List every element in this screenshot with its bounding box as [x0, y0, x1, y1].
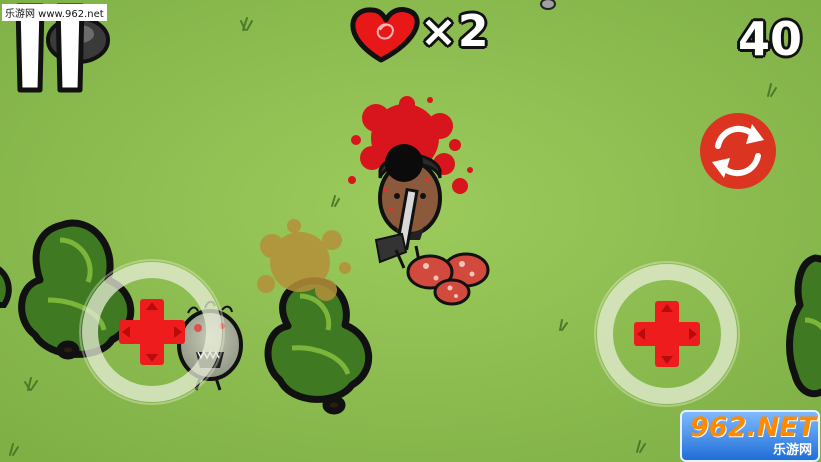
- score-counter: 40: [738, 12, 803, 66]
- game-scene: [0, 0, 821, 462]
- bullet-hole: [385, 144, 423, 182]
- site-watermark: 962.NET 乐游网: [680, 410, 820, 462]
- lives-count: ×2: [420, 6, 490, 57]
- reload-button[interactable]: [700, 113, 776, 189]
- site-tag: 乐游网 www.962.net: [2, 4, 107, 21]
- watermark-site-name: 乐游网: [772, 443, 812, 458]
- small-pickup: [540, 0, 556, 10]
